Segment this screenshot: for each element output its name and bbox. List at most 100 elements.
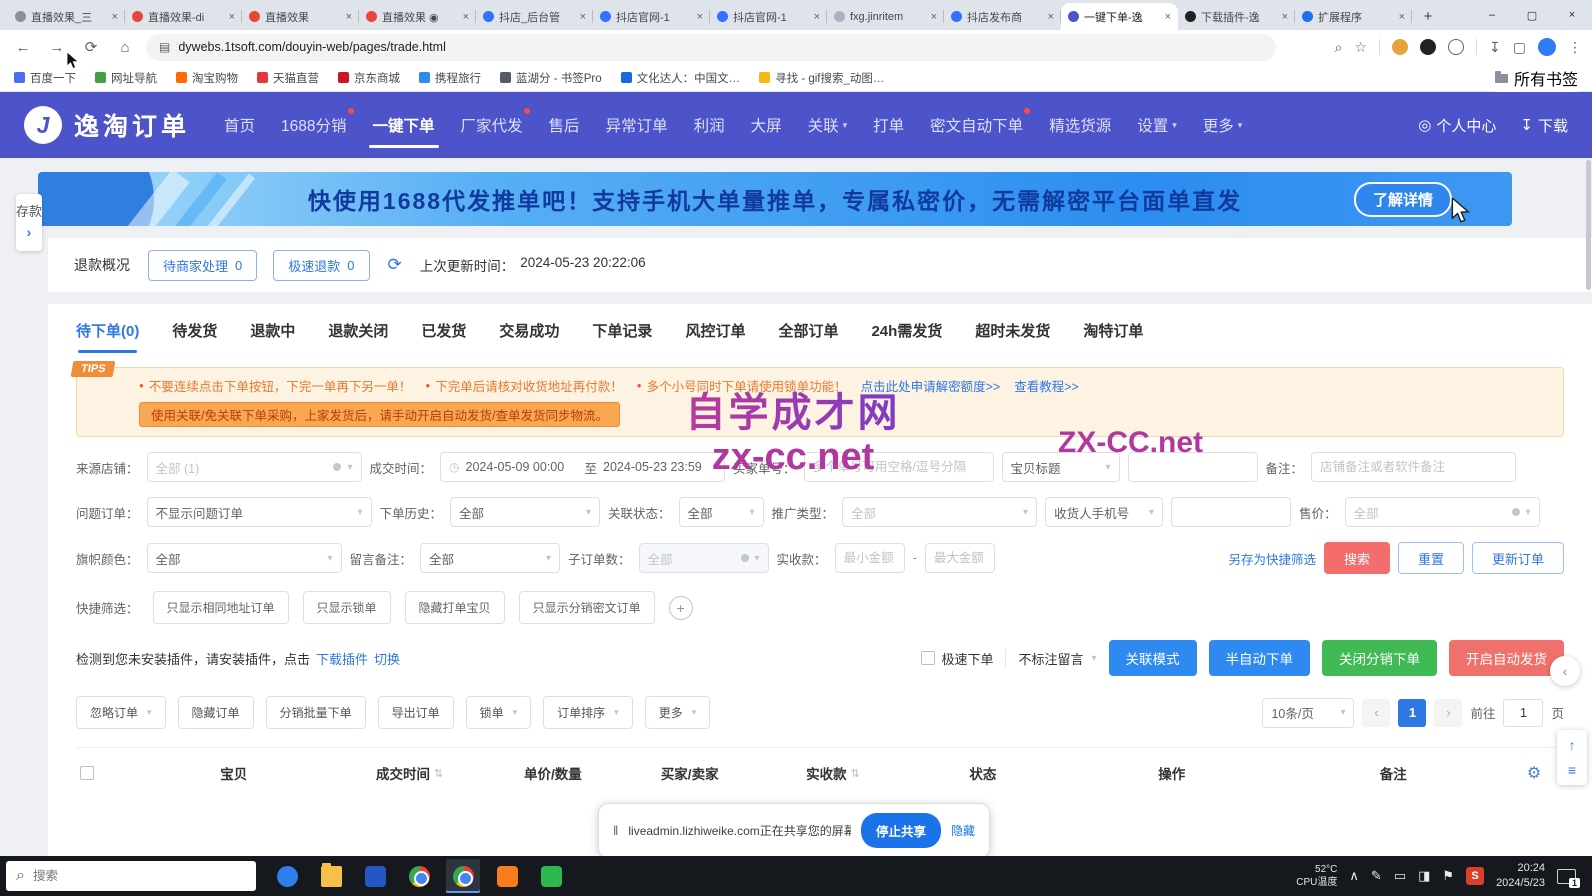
mode-button[interactable]: 关联模式 [1109,640,1197,676]
title-select[interactable]: 宝贝标题 ▾ [1002,452,1120,482]
quota-link[interactable]: 点击此处申请解密额度>> [861,376,1001,395]
toolbar-button[interactable]: 分销批量下单 ▾ [266,696,366,729]
nav-item[interactable]: 利润 ▾ [694,92,725,158]
tutorial-link[interactable]: 查看教程>> [1014,376,1079,395]
order-tab[interactable]: 交易成功 [499,320,559,353]
restore-button[interactable]: ▢ [1512,0,1552,30]
table-column-header[interactable]: 宝贝 ⇅ [136,763,331,783]
quick-filter-button[interactable]: 只显示分销密文订单 [519,591,655,624]
tab-close-icon[interactable]: × [1282,11,1288,23]
bookmark-item[interactable]: 天猫直营 [257,70,319,86]
tab-close-icon[interactable]: × [463,11,469,23]
update-orders-button[interactable]: 更新订单 [1472,542,1564,574]
toolbar-button[interactable]: 订单排序 ▾ [543,696,633,729]
table-column-header[interactable]: 操作 ⇅ [1061,763,1282,783]
order-tab[interactable]: 下单记录 [592,320,652,353]
browser-tab[interactable]: fxg.jinritem × [827,3,944,30]
switch-link[interactable]: 切换 [374,649,400,668]
side-drawer-tab[interactable]: 存款 › [16,194,42,251]
side-panel-icon[interactable]: ▢ [1513,39,1526,56]
price-select[interactable]: 全部 ▾ [1345,497,1540,527]
refund-stat-button[interactable]: 极速退款 0 [273,250,369,281]
order-tab[interactable]: 24h需发货 [871,320,942,353]
bookmark-star-icon[interactable]: ☆ [1354,39,1367,56]
nav-item[interactable]: 一键下单 ▾ [373,92,435,158]
order-tab[interactable]: 超时未发货 [975,320,1050,353]
taskbar-app-chrome-active[interactable] [446,859,480,893]
bookmark-item[interactable]: 京东商城 [338,70,400,86]
nav-item[interactable]: 大屏 ▾ [751,92,782,158]
page-number-button[interactable]: 1 [1398,699,1426,727]
bookmark-item[interactable]: 寻找 - gif搜索_动图… [759,70,884,86]
nav-item[interactable]: 异常订单 ▾ [606,92,668,158]
mode-button[interactable]: 开启自动发货 [1449,640,1564,676]
hide-share-bar-link[interactable]: 隐藏 [951,822,975,839]
menu-list-icon[interactable]: ≡ [1568,762,1576,778]
float-widget[interactable]: ↑ ≡ [1557,730,1587,785]
back-icon[interactable]: ← [10,34,36,60]
monitor-icon[interactable]: ▭ [1394,868,1406,884]
taskbar-app-orange[interactable] [490,859,524,893]
phone-select[interactable]: 收货人手机号 ▾ [1045,497,1163,527]
history-select[interactable]: 全部 ▾ [450,497,600,527]
back-to-top-icon[interactable]: ↑ [1569,737,1576,753]
browser-tab[interactable]: 直播效果_三 × [8,3,125,30]
column-settings-gear-icon[interactable]: ⚙ [1504,763,1564,783]
taskbar-app-file-explorer[interactable] [314,859,348,893]
toolbar-button[interactable]: 忽略订单 ▾ [76,696,166,729]
browser-tab[interactable]: 抖店发布商 × [944,3,1061,30]
bookmark-item[interactable]: 百度一下 [14,70,76,86]
close-button[interactable]: × [1552,0,1592,30]
order-tab[interactable]: 全部订单 [778,320,838,353]
tab-close-icon[interactable]: × [814,11,820,23]
nav-item[interactable]: 关联 ▾ [808,92,848,158]
checkbox-icon[interactable] [921,651,935,665]
order-no-input[interactable] [804,452,994,482]
panel-icon[interactable]: ◨ [1418,868,1430,884]
next-page-button[interactable]: › [1434,699,1462,727]
shop-select[interactable]: 全部 (1) ▾ [147,452,362,482]
brand-logo[interactable]: J [24,106,62,144]
extension-icon[interactable] [1420,39,1436,55]
reset-button[interactable]: 重置 [1398,542,1464,574]
remark-input[interactable] [1311,452,1516,482]
taskbar-clock[interactable]: 20:24 2024/5/23 [1496,861,1545,891]
extensions-puzzle-icon[interactable] [1448,39,1464,55]
table-column-header[interactable]: 成交时间 ⇅ [331,763,487,783]
nav-item[interactable]: 厂家代发 ▾ [461,92,523,158]
flag-select[interactable]: 全部 ▾ [147,543,342,573]
site-info-icon[interactable]: ▤ [159,40,170,54]
order-tab[interactable]: 已发货 [421,320,466,353]
nav-item[interactable]: 精选货源 ▾ [1049,92,1111,158]
tab-close-icon[interactable]: × [1399,11,1405,23]
address-bar[interactable]: ▤ dywebs.1tsoft.com/douyin-web/pages/tra… [146,34,1276,61]
order-tab[interactable]: 风控订单 [685,320,745,353]
phone-input[interactable] [1171,497,1291,527]
refresh-icon[interactable]: ⟳ [388,255,402,275]
extension-icon[interactable] [1392,39,1408,55]
scrollbar-thumb[interactable] [1586,160,1591,290]
toolbar-button[interactable]: 导出订单 ▾ [378,696,454,729]
table-column-header[interactable]: 备注 ⇅ [1283,763,1504,783]
page-size-select[interactable]: 10条/页 ▾ [1262,698,1354,728]
sort-icon[interactable]: ⇅ [851,767,860,780]
suborder-select[interactable]: 全部 ▾ [639,543,769,573]
tab-close-icon[interactable]: × [1048,11,1054,23]
tab-close-icon[interactable]: × [931,11,937,23]
download-plugin-link[interactable]: 下载插件 [316,649,368,668]
toolbar-button[interactable]: 隐藏订单 ▾ [178,696,254,729]
tab-close-icon[interactable]: × [112,11,118,23]
browser-tab[interactable]: 抖店_后台管 × [476,3,593,30]
select-all-checkbox[interactable] [80,766,94,780]
browser-tab[interactable]: 直播效果 × [242,3,359,30]
pen-icon[interactable]: ✎ [1371,868,1382,884]
table-column-header[interactable]: 实收款 ⇅ [761,763,904,783]
taskbar-app-blue-circle[interactable] [270,859,304,893]
nav-item[interactable]: 1688分销 ▾ [281,92,346,158]
notification-center-icon[interactable]: 1 [1557,869,1576,884]
new-tab-button[interactable]: + [1416,4,1440,28]
goto-page-input[interactable] [1503,699,1543,727]
browser-tab[interactable]: 直播效果-di × [125,3,242,30]
title-keyword-input[interactable] [1128,452,1258,482]
tab-close-icon[interactable]: × [229,11,235,23]
